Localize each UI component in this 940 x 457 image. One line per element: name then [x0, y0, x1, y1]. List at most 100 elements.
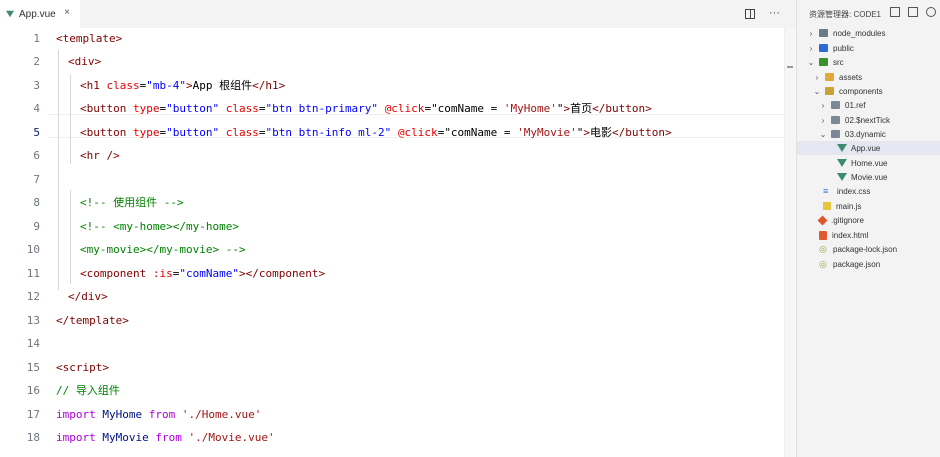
tree-folder-03-dynamic[interactable]: ⌄ 03.dynamic — [797, 127, 940, 141]
tree-label: .gitignore — [831, 215, 864, 225]
code-line-13: </template> — [56, 314, 129, 327]
tree-label: App.vue — [851, 143, 881, 153]
line-number: 7 — [33, 173, 40, 186]
tab-app-vue[interactable]: App.vue × — [0, 0, 80, 28]
line-number: 11 — [26, 267, 40, 280]
tree-file-main-js[interactable]: main.js — [797, 199, 940, 213]
refresh-icon[interactable] — [926, 7, 936, 17]
tree-folder-01-ref[interactable]: › 01.ref — [797, 98, 940, 112]
chevron-down-icon: ⌄ — [807, 57, 815, 67]
css-file-icon: ≡ — [823, 185, 829, 196]
tree-file-index-html[interactable]: index.html — [797, 228, 940, 242]
code-line-4: <button type="button" class="btn btn-pri… — [80, 102, 652, 115]
tree-file-index-css[interactable]: ≡ index.css — [797, 184, 940, 198]
code-line-17: import MyHome from './Home.vue' — [56, 408, 262, 421]
tree-folder-components[interactable]: ⌄ components — [797, 84, 940, 98]
code-line-11: <component :is="comName"></component> — [80, 267, 326, 280]
code-line-1: <template> — [56, 32, 123, 45]
tree-file-movie-vue[interactable]: Movie.vue — [797, 170, 940, 184]
folder-icon — [819, 44, 828, 52]
tree-folder-public[interactable]: › public — [797, 41, 940, 55]
editor-scrollbar[interactable] — [784, 28, 796, 457]
tree-folder-assets[interactable]: › assets — [797, 70, 940, 84]
line-number: 10 — [26, 243, 40, 256]
line-number: 18 — [26, 431, 40, 444]
code-line-9: <!-- <my-home></my-home> — [80, 220, 239, 233]
line-number: 15 — [26, 361, 40, 374]
chevron-right-icon: › — [809, 43, 813, 53]
explorer-title: 资源管理器: CODE1 — [809, 10, 882, 19]
chevron-right-icon: › — [809, 28, 813, 38]
code-line-10: <my-movie></my-movie> --> — [80, 243, 246, 256]
indent-guide — [70, 190, 71, 284]
line-number: 12 — [26, 290, 40, 303]
chevron-down-icon: ⌄ — [819, 129, 827, 139]
tree-file-package-json[interactable]: ◎ package.json — [797, 257, 940, 271]
line-number: 6 — [33, 149, 40, 162]
explorer-actions — [890, 7, 936, 17]
indent-guide — [58, 50, 59, 290]
tree-label: 01.ref — [845, 100, 866, 110]
tree-file-gitignore[interactable]: .gitignore — [797, 213, 940, 227]
tree-file-home-vue[interactable]: Home.vue — [797, 156, 940, 170]
line-number: 3 — [33, 79, 40, 92]
folder-icon — [819, 29, 828, 37]
tab-label: App.vue — [19, 8, 56, 20]
json-file-icon: ◎ — [819, 259, 827, 269]
more-actions-icon[interactable]: ··· — [769, 6, 780, 20]
folder-icon — [825, 73, 834, 81]
tree-label: src — [833, 57, 844, 67]
html-file-icon — [819, 230, 827, 240]
line-number: 8 — [33, 196, 40, 209]
line-number: 5 — [33, 126, 40, 139]
folder-icon — [825, 87, 834, 95]
tree-folder-02-nexttick[interactable]: › 02.$nextTick — [797, 113, 940, 127]
code-line-15: <script> — [56, 361, 109, 374]
indent-guide — [70, 74, 71, 164]
tree-label: package.json — [833, 259, 881, 269]
split-editor-icon[interactable] — [745, 9, 755, 19]
tree-folder-src[interactable]: ⌄ src — [797, 55, 940, 69]
vue-file-icon — [837, 144, 847, 152]
line-number: 2 — [33, 55, 40, 68]
tree-label: components — [839, 86, 883, 96]
code-line-8: <!-- 使用组件 --> — [80, 196, 184, 209]
folder-icon — [819, 58, 828, 66]
tree-label: Movie.vue — [851, 172, 888, 182]
new-file-icon[interactable] — [890, 7, 900, 17]
chevron-right-icon: › — [821, 100, 825, 110]
vue-file-icon — [6, 10, 14, 18]
tree-file-package-lock-json[interactable]: ◎ package-lock.json — [797, 242, 940, 256]
json-file-icon: ◎ — [819, 244, 827, 254]
git-file-icon — [817, 215, 828, 225]
vue-file-icon — [837, 173, 847, 181]
code-line-16: // 导入组件 — [56, 384, 120, 397]
tab-bar: App.vue × ··· — [0, 0, 796, 28]
chevron-down-icon: ⌄ — [813, 86, 821, 96]
code-line-12: </div> — [68, 290, 108, 303]
new-folder-icon[interactable] — [908, 7, 918, 17]
tree-label: index.css — [837, 186, 871, 196]
tree-file-app-vue[interactable]: App.vue — [797, 141, 940, 155]
tree-label: public — [833, 43, 854, 53]
tree-label: index.html — [832, 230, 869, 240]
line-number: 9 — [33, 220, 40, 233]
scrollbar-marker — [787, 66, 793, 68]
tree-label: node_modules — [833, 28, 886, 38]
explorer-sidebar: 资源管理器: CODE1 › node_modules › public ⌄ s… — [796, 0, 940, 457]
line-number: 1 — [33, 32, 40, 45]
folder-icon — [831, 101, 840, 109]
tree-label: main.js — [836, 201, 862, 211]
vue-file-icon — [837, 159, 847, 167]
close-tab-icon[interactable]: × — [64, 8, 70, 18]
tree-label: assets — [839, 72, 863, 82]
editor-area: App.vue × ··· 1 2 3 4 5 6 7 8 9 10 11 12… — [0, 0, 796, 457]
editor-actions: ··· — [745, 6, 780, 20]
chevron-right-icon: › — [815, 72, 819, 82]
line-number: 16 — [26, 384, 40, 397]
chevron-right-icon: › — [821, 115, 825, 125]
tree-label: package-lock.json — [833, 244, 898, 254]
tree-folder-node-modules[interactable]: › node_modules — [797, 26, 940, 40]
tree-label: 03.dynamic — [845, 129, 886, 139]
js-file-icon — [823, 202, 831, 210]
